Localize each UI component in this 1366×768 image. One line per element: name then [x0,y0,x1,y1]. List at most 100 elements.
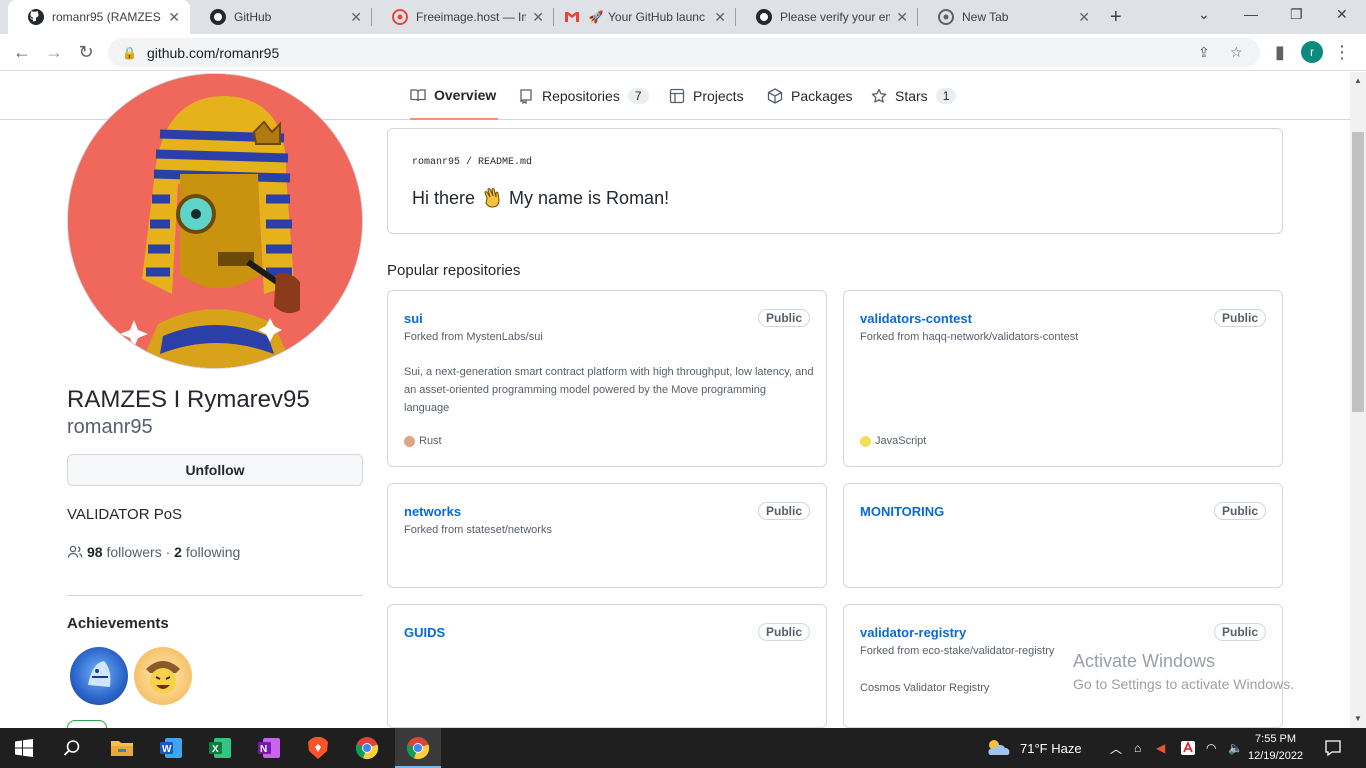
page-scrollbar[interactable]: ▲ ▼ [1350,72,1366,728]
visibility-badge: Public [1213,502,1266,520]
volume-icon[interactable]: 🔈 [1228,728,1243,768]
excel-icon[interactable]: X [206,734,234,762]
package-icon [767,88,783,104]
windows-taskbar: W X N 71°F Haze ︿ ⌂ ◀ ◠ 🔈 7:55 PM 12/19/… [0,728,1366,768]
scroll-up-icon[interactable]: ▲ [1354,76,1362,85]
svg-text:N: N [260,744,267,755]
windows-start-icon[interactable] [10,734,38,762]
onenote-icon[interactable]: N [255,734,283,762]
repo-name-link[interactable]: MONITORING [860,504,944,519]
repo-name-link[interactable]: networks [404,504,461,519]
close-icon[interactable]: ✕ [532,9,544,26]
chrome-icon [938,9,954,25]
search-icon[interactable] [58,734,86,762]
readme-file-link[interactable]: README.md [478,157,532,168]
tab-title: romanr95 (RAMZES I R [52,10,162,24]
followers-link[interactable]: 98 followers [87,544,162,560]
profile-bio: VALIDATOR PoS [67,506,183,523]
bookmark-star-icon[interactable]: ☆ [1230,38,1243,67]
star-icon [871,88,887,104]
forward-icon[interactable]: → [42,40,66,64]
restore-icon[interactable]: ❐ [1290,6,1303,23]
minimize-icon[interactable]: — [1244,6,1258,22]
close-icon[interactable]: ✕ [1078,9,1090,26]
browser-tab-newtab[interactable]: New Tab ✕ [918,0,1100,34]
lock-icon[interactable]: 🔒 [122,46,137,60]
sidebar-divider [67,595,363,596]
meet-now-icon[interactable]: ⌂ [1134,728,1141,768]
reload-icon[interactable]: ↻ [74,40,98,64]
acrobat-icon[interactable] [1180,728,1196,768]
stars-count-badge: 1 [935,88,957,104]
book-icon [410,87,426,103]
tab-projects[interactable]: Projects [669,72,744,120]
browser-tab-freeimage[interactable]: Freeimage.host — Ima ✕ [372,0,554,34]
menu-kebab-icon[interactable]: ⋮ [1330,40,1354,64]
profile-readme: romanr95 / README.md Hi there My name is… [387,128,1283,234]
taskbar-clock[interactable]: 7:55 PM 12/19/2022 [1248,731,1303,765]
readme-user-link[interactable]: romanr95 [412,157,460,168]
achievements-title: Achievements [67,615,169,632]
repo-count-badge: 7 [627,88,649,104]
tab-repositories[interactable]: Repositories 7 [518,72,649,120]
brave-icon[interactable] [304,734,332,762]
back-icon[interactable]: ← [10,40,34,64]
close-icon[interactable]: ✕ [168,9,180,26]
scrollbar-thumb[interactable] [1352,132,1364,412]
browser-tab-gmail[interactable]: 🚀 Your GitHub launc ✕ [554,0,736,34]
share-icon[interactable]: ⇪ [1198,38,1210,67]
tab-title: Please verify your ema [780,10,891,24]
follow-stats: 98 followers · 2 following [67,544,240,560]
unfollow-button[interactable]: Unfollow [67,454,363,486]
repo-name-link[interactable]: validator-registry [860,625,966,640]
tab-stars[interactable]: Stars 1 [871,72,957,120]
fork-source: Forked from eco-stake/validator-registry [860,645,1055,657]
close-icon[interactable]: ✕ [896,9,908,26]
people-icon [67,544,83,560]
notifications-icon[interactable] [1324,728,1342,768]
profile-username: romanr95 [67,416,153,438]
browser-tab-verify[interactable]: Please verify your ema ✕ [736,0,918,34]
weather-widget[interactable]: 71°F Haze [984,728,1082,768]
achievement-badge-pull-shark[interactable] [70,647,128,705]
tray-app-icon[interactable]: ◀ [1156,728,1165,768]
repo-name-link[interactable]: sui [404,311,423,326]
wifi-icon[interactable]: ◠ [1206,728,1216,768]
profile-avatar[interactable]: r [1301,41,1323,63]
close-icon[interactable]: ✕ [350,9,362,26]
browser-tab-profile[interactable]: romanr95 (RAMZES I R ✕ [8,0,190,34]
tab-title: GitHub [234,10,272,24]
tab-search-icon[interactable]: ⌄ [1198,6,1210,23]
fork-source: Forked from MystenLabs/sui [404,331,543,343]
close-icon[interactable]: ✕ [714,9,726,26]
achievement-badge-quickdraw[interactable] [134,647,192,705]
repo-card: MONITORING Public [843,483,1283,588]
chrome-icon[interactable] [353,734,381,762]
address-bar[interactable]: 🔒 github.com/romanr95 ⇪ ☆ [108,38,1260,67]
repo-name-link[interactable]: validators-contest [860,311,972,326]
browser-tab-strip: romanr95 (RAMZES I R ✕ GitHub ✕ Freeimag… [0,0,1366,34]
tab-packages[interactable]: Packages [767,72,852,120]
tray-overflow-icon[interactable]: ︿ [1110,728,1122,768]
file-explorer-icon[interactable] [108,734,136,762]
scroll-down-icon[interactable]: ▼ [1354,714,1362,723]
profile-fullname: RAMZES I Rymarev95 [67,386,310,413]
github-icon [756,9,772,25]
windows-activation-watermark: Activate Windows Go to Settings to activ… [1073,651,1294,692]
word-icon[interactable]: W [157,734,185,762]
browser-tab-github[interactable]: GitHub ✕ [190,0,372,34]
repo-description: Sui, a next-generation smart contract pl… [404,366,814,414]
url-text: github.com/romanr95 [146,44,280,61]
close-window-icon[interactable]: ✕ [1336,6,1348,23]
following-link[interactable]: 2 following [174,544,240,560]
side-panel-icon[interactable]: ▮ [1268,40,1292,64]
profile-avatar-image[interactable] [67,73,363,369]
chrome-active-icon[interactable] [404,734,432,762]
repo-name-link[interactable]: GUIDS [404,625,445,640]
freeimage-icon [392,9,408,25]
weather-haze-icon [984,737,1012,759]
new-tab-button[interactable]: + [1110,6,1122,29]
fork-source: Forked from haqq-network/validators-cont… [860,331,1079,343]
readme-greeting: Hi there My name is Roman! [412,187,670,208]
tab-overview[interactable]: Overview [410,72,499,120]
